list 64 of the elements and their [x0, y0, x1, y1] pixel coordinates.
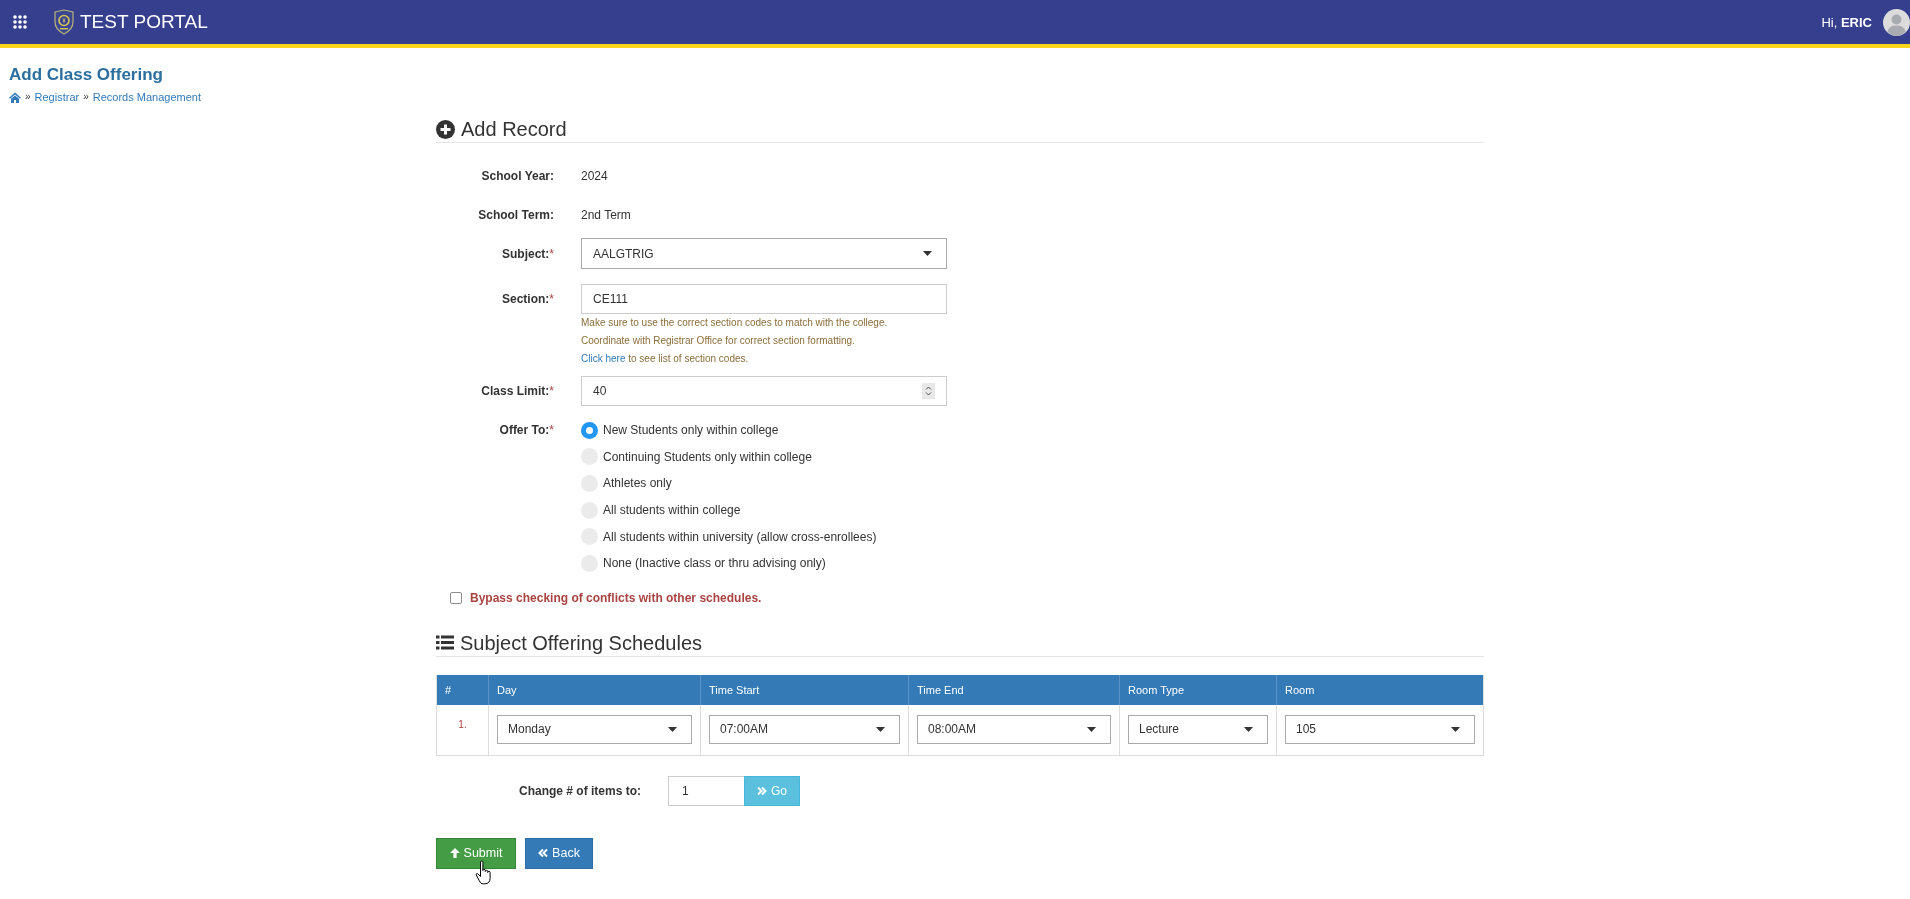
- column-header: #: [437, 674, 488, 705]
- section-heading: Add Record: [461, 117, 567, 142]
- select-field[interactable]: 07:00AM: [709, 714, 900, 744]
- user-greeting: Hi, ERIC: [1821, 14, 1872, 30]
- radio-option[interactable]: All students within university (allow cross-enrollees): [581, 523, 877, 550]
- field-value: 2024: [581, 168, 608, 183]
- breadcrumb-separator: »: [83, 90, 89, 104]
- caret-down-icon: [1244, 726, 1253, 732]
- double-chevron-right-icon: [757, 785, 767, 796]
- column-header: Time End: [908, 674, 1119, 705]
- select-field[interactable]: AALGTRIG: [581, 238, 947, 269]
- select-field[interactable]: 08:00AM: [917, 714, 1111, 744]
- double-chevron-left-icon: [538, 848, 549, 859]
- home-icon[interactable]: [9, 91, 21, 103]
- radio-option[interactable]: New Students only within college: [581, 417, 779, 444]
- text-input[interactable]: CE111: [581, 284, 947, 314]
- help-link[interactable]: Click here: [581, 353, 626, 364]
- column-header: Room Type: [1119, 674, 1276, 705]
- bypass-checkbox-option[interactable]: Bypass checking of conflicts with other schedules.: [450, 587, 762, 608]
- item-count-label: Change # of items to:: [518, 783, 641, 798]
- help-text: Click here to see list of section codes.: [581, 352, 749, 366]
- list-icon: [436, 635, 454, 651]
- section-heading: Subject Offering Schedules: [460, 630, 702, 656]
- field-value: 2nd Term: [581, 207, 631, 222]
- caret-down-icon: [923, 251, 932, 256]
- select-field[interactable]: Monday: [497, 714, 692, 744]
- checkbox[interactable]: [450, 591, 462, 604]
- field-label: School Year:: [480, 168, 554, 183]
- help-text: Coordinate with Registrar Office for correct section formatting.: [581, 334, 855, 348]
- breadcrumb-link[interactable]: Records Management: [92, 90, 201, 104]
- back-button[interactable]: Back: [525, 837, 593, 869]
- radio-option[interactable]: Continuing Students only within college: [581, 443, 812, 471]
- select-field[interactable]: 105: [1285, 714, 1475, 744]
- shield-logo-icon: [53, 9, 75, 35]
- column-header: Room: [1276, 674, 1483, 705]
- field-label: Offer To:*: [498, 422, 554, 439]
- caret-down-icon: [1451, 726, 1460, 732]
- plus-circle-icon: [436, 119, 455, 139]
- page-title: Add Class Offering: [9, 64, 163, 86]
- breadcrumb-separator: »: [25, 90, 31, 104]
- apps-menu-icon[interactable]: [13, 15, 27, 29]
- radio-option[interactable]: None (Inactive class or thru advising only): [581, 549, 826, 577]
- radio-option[interactable]: Athletes only: [581, 470, 672, 497]
- field-label: Subject:*: [501, 246, 554, 261]
- radio-button[interactable]: [581, 421, 598, 439]
- arrow-up-icon: [449, 848, 460, 859]
- hand-cursor-icon: [475, 859, 493, 885]
- number-input[interactable]: 40: [581, 376, 947, 406]
- radio-option[interactable]: All students within college: [581, 496, 741, 524]
- app-title: TEST PORTAL: [80, 11, 208, 33]
- caret-down-icon: [876, 726, 885, 732]
- avatar-icon[interactable]: [1883, 8, 1910, 36]
- column-header: Time Start: [700, 674, 908, 705]
- row-number: 1.: [458, 717, 467, 730]
- field-label: Section:*: [501, 291, 554, 308]
- help-text: Make sure to use the correct section codes to match with the college.: [581, 316, 888, 330]
- breadcrumb-link[interactable]: Registrar: [34, 90, 80, 104]
- caret-down-icon: [668, 726, 677, 732]
- column-header: Day: [488, 674, 700, 705]
- field-label: Class Limit:*: [480, 384, 554, 398]
- field-label: School Term:: [477, 207, 554, 222]
- spinner-icon[interactable]: [922, 383, 935, 399]
- caret-down-icon: [1087, 726, 1096, 732]
- select-field[interactable]: Lecture: [1128, 714, 1268, 744]
